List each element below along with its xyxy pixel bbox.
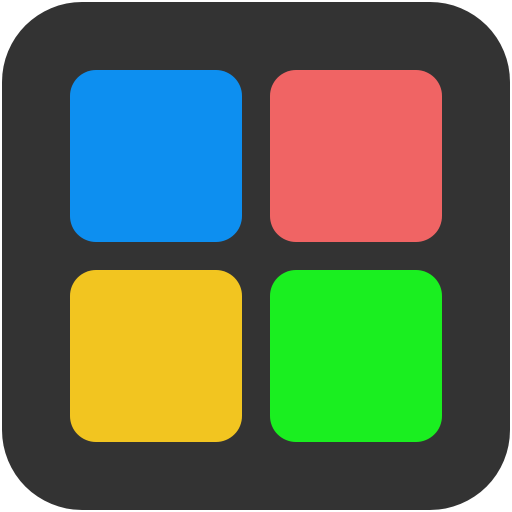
- red-tile: [270, 70, 442, 242]
- blue-tile: [70, 70, 242, 242]
- yellow-tile: [70, 270, 242, 442]
- green-tile: [270, 270, 442, 442]
- app-grid-icon[interactable]: [2, 2, 510, 510]
